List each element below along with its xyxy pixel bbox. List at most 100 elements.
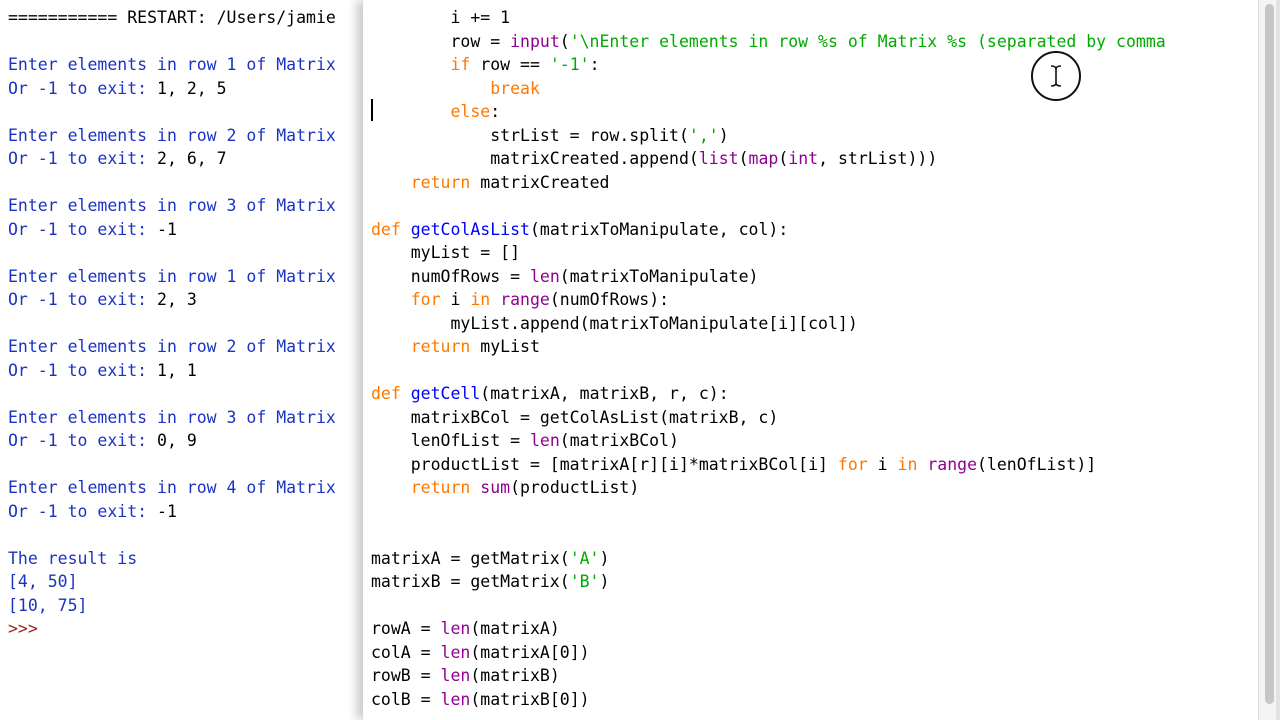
code-token: matrixCreated.append( (371, 149, 699, 168)
code-line[interactable]: def getColAsList(matrixToManipulate, col… (371, 218, 788, 242)
code-line[interactable]: numOfRows = len(matrixToManipulate) (371, 265, 759, 289)
code-editor-pane[interactable]: i += 1 row = input('\nEnter elements in … (363, 0, 1258, 720)
code-line[interactable]: rowB = len(matrixB) (371, 664, 560, 688)
shell-line-text: Enter elements in row 3 of Matrix (8, 407, 336, 427)
code-line[interactable]: if row == '-1': (371, 53, 599, 77)
shell-user-input: -1 (157, 219, 177, 239)
code-line[interactable]: for i in range(numOfRows): (371, 288, 669, 312)
code-token: int (788, 149, 819, 168)
shell-user-input: 2, 6, 7 (157, 149, 227, 168)
code-token: 'B' (569, 572, 600, 591)
shell-line-text: Or -1 to exit: (8, 501, 158, 521)
shell-line-text: Enter elements in row 1 of Matrix (8, 55, 336, 74)
code-token: , strList))) (818, 149, 938, 168)
shell-output-line: The result is (8, 547, 137, 571)
python-shell-pane[interactable]: =========== RESTART: /Users/jamie Enter e… (0, 0, 380, 720)
code-line[interactable]: return matrixCreated (371, 171, 610, 195)
code-token: return (410, 172, 471, 192)
code-token: colA = (371, 642, 441, 662)
code-token: lenOfList = (371, 431, 530, 450)
shell-line-text: Enter elements in row 1 of Matrix (8, 266, 336, 286)
shell-output-line: Or -1 to exit: -1 (8, 500, 177, 524)
code-token: : (490, 102, 501, 121)
shell-line-text: Enter elements in row 4 of Matrix (8, 478, 336, 497)
shell-user-input: 1, 2, 5 (157, 78, 227, 98)
code-token: ) (718, 125, 729, 145)
code-line[interactable]: productList = [matrixA[r][i]*matrixBCol[… (371, 453, 1096, 477)
code-line[interactable]: i += 1 (371, 6, 510, 30)
code-token: '\nEnter elements in row %s of Matrix %s… (569, 31, 1166, 51)
code-token: (matrixA[0]) (470, 642, 590, 662)
shell-output-line: Enter elements in row 1 of Matrix (8, 53, 336, 77)
code-token: map (748, 149, 779, 168)
code-line[interactable]: return myList (371, 335, 540, 359)
shell-output-line: [4, 50] (8, 570, 78, 594)
code-token: len (440, 689, 471, 709)
code-line[interactable]: break (371, 77, 540, 101)
code-token: 'A' (569, 548, 600, 568)
code-token: strList = row.split( (371, 125, 689, 145)
code-token: if (450, 55, 471, 74)
code-line[interactable]: else: (371, 100, 500, 124)
code-line[interactable]: def getCell(matrixA, matrixB, r, c): (371, 382, 729, 406)
code-line[interactable]: myList.append(matrixToManipulate[i][col]… (371, 312, 858, 336)
code-token: (matrixB[0]) (470, 689, 590, 709)
shell-output-line: Enter elements in row 3 of Matrix (8, 406, 336, 430)
shell-user-input: 2, 3 (157, 290, 197, 309)
shell-user-input: -1 (157, 501, 177, 521)
code-token: i += 1 (371, 8, 511, 27)
code-line[interactable]: lenOfList = len(matrixBCol) (371, 429, 679, 453)
shell-line-text: [4, 50] (8, 572, 78, 591)
code-token: len (440, 666, 471, 685)
code-token: len (529, 266, 560, 286)
shell-output-line: Enter elements in row 2 of Matrix (8, 124, 336, 148)
code-token: getColAsList (410, 219, 530, 239)
scrollbar-thumb[interactable] (1265, 4, 1274, 704)
shell-output-line: [10, 75] (8, 594, 87, 618)
code-line[interactable]: matrixB = getMatrix('B') (371, 570, 609, 594)
code-token: myList (470, 337, 540, 356)
code-token: list (698, 149, 739, 168)
code-line[interactable]: return sum(productList) (371, 476, 640, 500)
code-line[interactable]: colA = len(matrixA[0]) (371, 641, 590, 665)
code-line[interactable]: strList = row.split(',') (371, 124, 729, 148)
code-token: else (450, 102, 491, 121)
shell-output-line: Or -1 to exit: 2, 6, 7 (8, 147, 227, 171)
code-token: return (410, 478, 471, 497)
code-line[interactable]: matrixCreated.append(list(map(int, strLi… (371, 147, 937, 171)
code-token: matrixA = getMatrix( (371, 548, 570, 568)
code-line[interactable]: row = input('\nEnter elements in row %s … (371, 30, 1166, 54)
code-token: ( (738, 149, 749, 168)
code-line[interactable]: rowA = len(matrixA) (371, 617, 560, 641)
code-token: matrixCreated (470, 172, 610, 192)
window-edge-divider (1276, 0, 1280, 720)
shell-output-line: Or -1 to exit: 1, 1 (8, 359, 197, 383)
code-line[interactable]: matrixA = getMatrix('A') (371, 547, 609, 571)
code-token: ) (599, 548, 610, 568)
code-token: (matrixB) (470, 666, 560, 685)
shell-user-input: 1, 1 (157, 360, 197, 380)
shell-output-line: Or -1 to exit: 2, 3 (8, 288, 197, 312)
code-token: (matrixA) (470, 619, 560, 638)
code-line[interactable]: colB = len(matrixB[0]) (371, 688, 590, 712)
code-token: ',' (688, 125, 719, 145)
shell-line-text: Or -1 to exit: (8, 431, 158, 450)
code-token: colB = (371, 689, 441, 709)
code-line[interactable]: myList = [] (371, 241, 520, 265)
code-token: (matrixBCol) (559, 431, 679, 450)
code-line[interactable]: matrixBCol = getColAsList(matrixB, c) (371, 406, 779, 430)
shell-line-text: Or -1 to exit: (8, 360, 158, 380)
code-token: sum (480, 478, 511, 497)
code-token: len (440, 642, 471, 662)
code-token: matrixB = getMatrix( (371, 572, 570, 591)
code-token: for (410, 290, 441, 309)
code-token: myList.append(matrixToManipulate[i][col]… (371, 313, 858, 333)
code-token: i (440, 290, 471, 309)
